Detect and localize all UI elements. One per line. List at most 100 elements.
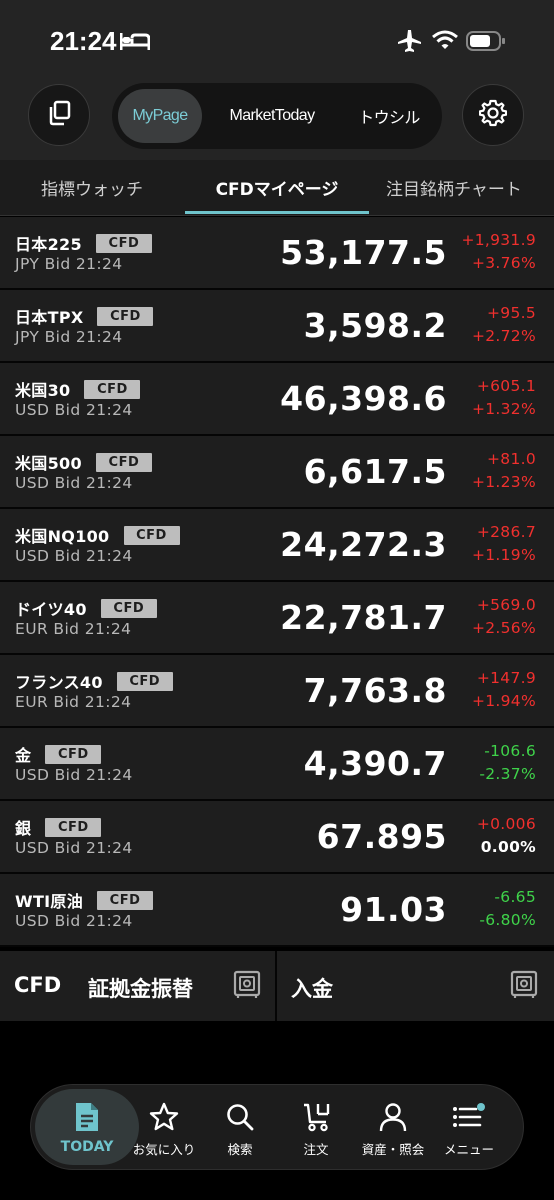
cfd-badge: CFD	[95, 452, 152, 472]
battery-icon	[466, 31, 506, 55]
nav-label: TODAY	[60, 1139, 114, 1155]
nav-label: 検索	[227, 1142, 253, 1157]
instrument-name-line: WTI原油 CFD	[15, 888, 154, 912]
change-percent: +2.56%	[471, 619, 536, 637]
instrument-name-line: 日本TPX CFD	[15, 304, 154, 328]
cfd-badge: CFD	[97, 890, 154, 910]
safe-icon	[233, 970, 261, 1004]
instrument-row[interactable]: 米国500 CFD USD Bid 21:24 6,617.5 +81.0 +1.23%	[0, 436, 554, 509]
tab-featured-chart[interactable]: 注目銘柄チャート	[370, 160, 554, 215]
cfd-badge: CFD	[45, 744, 102, 764]
quote-currency-time: USD Bid 21:24	[15, 401, 133, 419]
instrument-row[interactable]: 銀 CFD USD Bid 21:24 67.895 +0.006 0.00%	[0, 801, 554, 874]
search-icon	[225, 1101, 255, 1133]
bid-price: 6,617.5	[303, 452, 447, 491]
instrument-name: フランス40	[15, 673, 103, 692]
change-value: +81.0	[487, 450, 536, 468]
instrument-name: WTI原油	[15, 892, 84, 911]
copy-icon	[46, 100, 72, 130]
nav-order[interactable]: 注文	[276, 1085, 356, 1171]
price-change: -106.6 -2.37%	[479, 740, 536, 786]
nav-label: 注文	[303, 1142, 329, 1157]
instrument-row[interactable]: 米国30 CFD USD Bid 21:24 46,398.6 +605.1 +1.32%	[0, 363, 554, 436]
instrument-name: 金	[15, 746, 32, 765]
cfd-badge: CFD	[97, 306, 154, 326]
wifi-icon	[432, 30, 458, 54]
quote-currency-time: USD Bid 21:24	[15, 547, 133, 565]
quote-currency-time: USD Bid 21:24	[15, 474, 133, 492]
margin-transfer-button[interactable]: CFD 証拠金振替	[0, 951, 275, 1021]
action-bar: CFD 証拠金振替 入金	[0, 951, 554, 1021]
instrument-row[interactable]: 金 CFD USD Bid 21:24 4,390.7 -106.6 -2.37%	[0, 728, 554, 801]
price-change: -6.65 -6.80%	[479, 886, 536, 932]
bid-price: 3,598.2	[303, 306, 447, 345]
instrument-name-line: 銀 CFD	[15, 815, 102, 839]
change-percent: 0.00%	[480, 838, 536, 856]
margin-transfer-label: 証拠金振替	[88, 977, 193, 1001]
instrument-name-line: 米国NQ100 CFD	[15, 523, 180, 547]
status-time: 21:24	[50, 26, 117, 56]
copy-button[interactable]	[28, 84, 90, 146]
settings-button[interactable]	[462, 84, 524, 146]
cart-icon	[301, 1101, 331, 1133]
cfd-badge: CFD	[45, 817, 102, 837]
deposit-button[interactable]: 入金	[277, 951, 554, 1021]
active-tab-indicator	[185, 211, 369, 214]
change-percent: -6.80%	[479, 911, 536, 929]
bid-price: 4,390.7	[303, 744, 447, 783]
instrument-name: ドイツ40	[15, 600, 87, 619]
tab-cfd-mypage[interactable]: CFDマイページ	[185, 160, 369, 215]
instrument-row[interactable]: 日本225 CFD JPY Bid 21:24 53,177.5 +1,931.9 +3.…	[0, 217, 554, 290]
nav-label: 資産・照会	[361, 1142, 425, 1157]
menu-icon	[452, 1101, 486, 1133]
price-change: +605.1 +1.32%	[472, 375, 536, 421]
instrument-name-line: 金 CFD	[15, 742, 102, 766]
change-percent: +1.94%	[471, 692, 536, 710]
segment-toushiru[interactable]: トウシル	[344, 89, 434, 143]
instrument-row[interactable]: ドイツ40 CFD EUR Bid 21:24 22,781.7 +569.0 +2.56…	[0, 582, 554, 655]
change-value: +605.1	[476, 377, 536, 395]
change-percent: +1.19%	[471, 546, 536, 564]
instrument-name-line: 日本225 CFD	[15, 231, 152, 255]
bid-price: 91.03	[340, 890, 447, 929]
cfd-badge: CFD	[84, 379, 141, 399]
price-change: +569.0 +2.56%	[472, 594, 536, 640]
safe-icon	[510, 970, 538, 1004]
cfd-badge: CFD	[116, 671, 173, 691]
change-value: +147.9	[476, 669, 536, 687]
nav-favorites[interactable]: お気に入り	[124, 1085, 204, 1171]
change-value: -106.6	[484, 742, 536, 760]
tab-indicator-watch[interactable]: 指標ウォッチ	[0, 160, 184, 215]
quote-currency-time: JPY Bid 21:24	[15, 255, 123, 273]
segment-market-today[interactable]: MarketToday	[222, 89, 322, 143]
instrument-name-line: ドイツ40 CFD	[15, 596, 157, 620]
segment-mypage[interactable]: MyPage	[118, 89, 202, 143]
instrument-name: 日本225	[15, 235, 82, 254]
bid-price: 67.895	[316, 817, 447, 856]
header: MyPage MarketToday トウシル	[0, 80, 554, 160]
nav-menu[interactable]: メニュー	[429, 1085, 509, 1171]
bid-price: 22,781.7	[280, 598, 447, 637]
bid-price: 46,398.6	[280, 379, 447, 418]
instrument-name-line: 米国30 CFD	[15, 377, 141, 401]
change-value: +95.5	[487, 304, 536, 322]
nav-assets[interactable]: 資産・照会	[353, 1085, 433, 1171]
status-bar: 21:24	[0, 0, 554, 80]
instrument-row[interactable]: WTI原油 CFD USD Bid 21:24 91.03 -6.65 -6.80%	[0, 874, 554, 947]
deposit-label: 入金	[291, 977, 333, 1001]
price-change: +147.9 +1.94%	[472, 667, 536, 713]
quote-currency-time: USD Bid 21:24	[15, 912, 133, 930]
quote-currency-time: EUR Bid 21:24	[15, 693, 132, 711]
bed-icon	[119, 31, 151, 55]
instrument-row[interactable]: 日本TPX CFD JPY Bid 21:24 3,598.2 +95.5 +2.72%	[0, 290, 554, 363]
instrument-name-line: 米国500 CFD	[15, 450, 152, 474]
instrument-row[interactable]: 米国NQ100 CFD USD Bid 21:24 24,272.3 +286.7 +1.…	[0, 509, 554, 582]
instrument-name-line: フランス40 CFD	[15, 669, 173, 693]
nav-search[interactable]: 検索	[200, 1085, 280, 1171]
instrument-name: 日本TPX	[15, 308, 84, 327]
quote-currency-time: JPY Bid 21:24	[15, 328, 123, 346]
price-change: +81.0 +1.23%	[472, 448, 536, 494]
price-change: +1,931.9 +3.76%	[461, 229, 536, 275]
instrument-row[interactable]: フランス40 CFD EUR Bid 21:24 7,763.8 +147.9 +1.94…	[0, 655, 554, 728]
change-value: +0.006	[476, 815, 536, 833]
